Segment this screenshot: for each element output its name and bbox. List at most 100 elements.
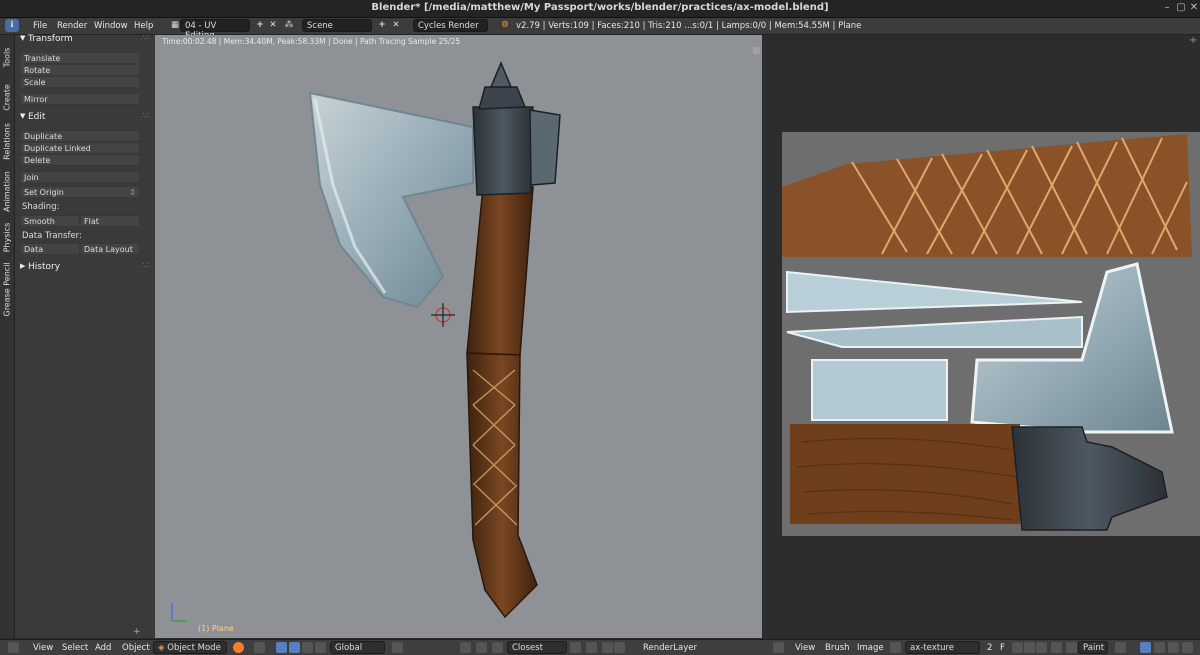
image-name-field[interactable]: ax-texture — [905, 641, 980, 654]
add-region-icon[interactable]: + — [133, 627, 141, 637]
alpha-channel-icon[interactable] — [1168, 642, 1179, 653]
new-image-icon[interactable] — [1012, 642, 1023, 653]
scene-field[interactable]: Scene — [302, 19, 372, 32]
axe-render — [171, 61, 561, 622]
render-layer-icon[interactable] — [614, 642, 625, 653]
expand-arrow-icon: ▼ — [20, 34, 26, 42]
expand-arrow-icon: ▼ — [20, 112, 26, 120]
data-button[interactable]: Data — [20, 243, 80, 255]
z-buffer-icon[interactable] — [1182, 642, 1193, 653]
editor-headers: View Select Add Object ◈ Object Mode Glo… — [0, 639, 1200, 655]
tool-shelf-tabs: Tools Create Relations Animation Physics… — [0, 35, 15, 638]
paint-mode-icon[interactable] — [1066, 642, 1077, 653]
image-editor[interactable]: + — [763, 35, 1200, 638]
menu-image[interactable]: Image — [857, 643, 884, 653]
proportional-edit-icon[interactable] — [460, 642, 471, 653]
maximize-icon[interactable]: ▢ — [1176, 3, 1186, 13]
transform-orientation-select[interactable]: Global — [330, 641, 385, 654]
add-scene-icon[interactable]: + — [375, 19, 389, 32]
join-button[interactable]: Join — [20, 171, 140, 183]
window-title: Blender* [/media/matthew/My Passport/wor… — [371, 2, 829, 13]
pivot-icon[interactable] — [1115, 642, 1126, 653]
data-layout-button[interactable]: Data Layout — [80, 243, 140, 255]
history-panel-header[interactable]: ▶ History ∴∴ — [15, 261, 155, 275]
mirror-button[interactable]: Mirror — [20, 93, 140, 105]
flat-button[interactable]: Flat — [80, 215, 140, 227]
set-origin-button[interactable]: Set Origin ⇕ — [20, 186, 140, 198]
delete-button[interactable]: Delete — [20, 154, 140, 166]
add-screen-icon[interactable]: + — [253, 19, 267, 32]
rotate-manipulator-icon[interactable] — [302, 642, 313, 653]
menu-render[interactable]: Render — [57, 21, 87, 31]
smooth-button[interactable]: Smooth — [20, 215, 80, 227]
tab-relations[interactable]: Relations — [0, 121, 14, 165]
unlink-image-icon[interactable] — [1036, 642, 1047, 653]
drag-grip-icon[interactable]: ∴∴ — [141, 111, 150, 120]
pivot-point-icon[interactable] — [254, 642, 265, 653]
opengl-render-icon[interactable] — [570, 642, 581, 653]
menu-select[interactable]: Select — [62, 643, 88, 653]
data-transfer-label: Data Transfer: — [22, 231, 82, 241]
snap-toggle-icon[interactable] — [476, 642, 487, 653]
active-object-label: (1) Plane — [198, 624, 234, 633]
image-editor-type-icon[interactable] — [773, 642, 784, 653]
scene-icon[interactable]: ⁂ — [282, 19, 296, 32]
translate-button[interactable]: Translate — [20, 52, 140, 64]
screen-layout-field[interactable]: 04 - UV Editing — [180, 19, 250, 41]
opengl-animation-icon[interactable] — [586, 642, 597, 653]
object-mode-icon: ◈ — [158, 643, 165, 653]
render-engine-select[interactable]: Cycles Render — [413, 19, 488, 32]
layers-icon[interactable] — [392, 642, 403, 653]
menu-view-image[interactable]: View — [795, 643, 815, 653]
scene-stats: v2.79 | Verts:109 | Faces:210 | Tris:210… — [516, 21, 862, 31]
transform-panel-header[interactable]: ▼ Transform ∴∴ — [15, 33, 155, 47]
translate-manipulator-icon[interactable] — [289, 642, 300, 653]
display-channels-icon[interactable] — [1140, 642, 1151, 653]
image-browse-icon[interactable] — [890, 642, 901, 653]
uv-sync-icon[interactable] — [1154, 642, 1165, 653]
snap-target-select[interactable]: Closest — [507, 641, 567, 654]
menu-view[interactable]: View — [33, 643, 53, 653]
drag-grip-icon[interactable]: ∴∴ — [141, 33, 150, 42]
scale-button[interactable]: Scale — [20, 76, 140, 88]
tab-grease-pencil[interactable]: Grease Pencil — [0, 261, 14, 321]
window-titlebar: Blender* [/media/matthew/My Passport/wor… — [0, 0, 1200, 18]
minimize-icon[interactable]: – — [1162, 3, 1172, 13]
view3d-editor-type-icon[interactable] — [8, 642, 19, 653]
render-layer-field[interactable]: RenderLayer — [643, 643, 697, 653]
fake-user-toggle[interactable]: F — [1000, 643, 1005, 653]
add-region-icon[interactable]: + — [1189, 35, 1197, 46]
close-window-icon[interactable]: ✕ — [1189, 3, 1199, 13]
edit-panel-header[interactable]: ▼ Edit ∴∴ — [15, 111, 155, 125]
collapsed-arrow-icon: ▶ — [20, 262, 26, 270]
menu-help[interactable]: Help — [134, 21, 153, 31]
tool-shelf: ▼ Transform ∴∴ Translate Rotate Scale Mi… — [15, 33, 155, 638]
scale-manipulator-icon[interactable] — [315, 642, 326, 653]
pause-render-icon[interactable] — [602, 642, 613, 653]
menu-brush[interactable]: Brush — [825, 643, 850, 653]
tab-physics[interactable]: Physics — [0, 221, 14, 257]
snap-element-icon[interactable] — [492, 642, 503, 653]
viewport-shading-icon[interactable] — [233, 642, 244, 653]
3d-viewport[interactable]: Time:00:02.48 | Mem:34.40M, Peak:58.33M … — [155, 35, 762, 638]
menu-window[interactable]: Window — [94, 21, 128, 31]
menu-object[interactable]: Object — [122, 643, 150, 653]
open-image-icon[interactable] — [1024, 642, 1035, 653]
drag-grip-icon[interactable]: ∴∴ — [141, 261, 150, 270]
menu-add[interactable]: Add — [95, 643, 111, 653]
texture-image — [782, 132, 1200, 536]
blender-logo-icon: ⚙ — [501, 20, 509, 30]
tab-create[interactable]: Create — [0, 81, 14, 117]
manipulator-toggle-icon[interactable] — [276, 642, 287, 653]
pin-icon[interactable] — [1051, 642, 1062, 653]
object-mode-select[interactable]: ◈ Object Mode — [153, 641, 227, 654]
remove-screen-icon[interactable]: ✕ — [266, 19, 280, 32]
shading-label: Shading: — [22, 202, 60, 212]
info-header: ℹ File Render Window Help ▦ 04 - UV Edit… — [0, 18, 1200, 41]
image-mode-select[interactable]: Paint — [1078, 641, 1108, 654]
rotate-button[interactable]: Rotate — [20, 64, 140, 76]
duplicate-linked-button[interactable]: Duplicate Linked — [20, 142, 140, 154]
menu-file[interactable]: File — [33, 21, 47, 31]
duplicate-button[interactable]: Duplicate — [20, 130, 140, 142]
remove-scene-icon[interactable]: ✕ — [389, 19, 403, 32]
